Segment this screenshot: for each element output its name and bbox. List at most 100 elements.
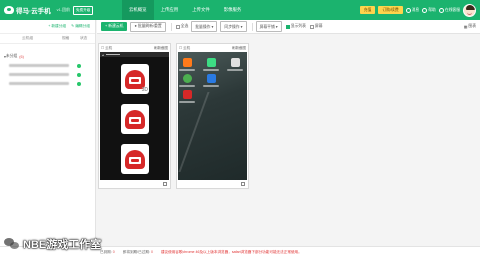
expired-stat: 已到期: 0 <box>100 250 115 255</box>
app-label <box>227 69 243 71</box>
batch-refresh-button[interactable]: ● 批量刷新/重置 <box>130 21 166 32</box>
column-group: 云机组 <box>22 36 34 40</box>
phone-title: ☐ 云机 <box>101 45 113 50</box>
nav-item-upload-app[interactable]: 上传应用 <box>154 0 186 20</box>
edit-group-button[interactable]: ✎ 编辑分组 <box>71 24 90 29</box>
message-link[interactable]: 消息 <box>405 7 420 13</box>
file-app-icon[interactable] <box>231 58 240 67</box>
game-logo-icon <box>125 109 145 129</box>
game-icon[interactable] <box>121 104 149 134</box>
batch-ops-dropdown[interactable]: 批量操作 ▾ <box>191 21 218 32</box>
status-bar <box>178 52 247 57</box>
nav-item-overview[interactable]: 云机概览 <box>122 0 154 20</box>
device-name <box>9 82 69 85</box>
phone-screen[interactable]: ◂ 3D <box>100 52 169 180</box>
expired-label: 已到期: <box>100 249 112 254</box>
top-right-area: 充值 订购/续费 消息 帮助 在线客服 <box>359 0 476 20</box>
phone-card[interactable]: ☐ 云机 刷新截图 ◂ 3D <box>98 43 171 189</box>
app-label <box>203 69 219 71</box>
3d-badge: 3D <box>141 87 148 93</box>
back-icon: ◂ <box>102 52 104 57</box>
display-list-label: 显示列表 <box>290 24 306 28</box>
column-status: 状态 <box>80 36 88 40</box>
sidebar: + 新建分组 ✎ 编辑分组 云机组 规格 状态 ▾ 未分组 (6) <box>0 20 96 246</box>
view-toggle[interactable]: ▦ 图表 <box>464 24 476 29</box>
android-app-icon[interactable] <box>207 58 216 67</box>
view-toggle-label: 图表 <box>468 24 476 28</box>
refresh-screenshot-link[interactable]: 刷新截图 <box>154 46 168 51</box>
recharge-button[interactable]: 充值 <box>359 6 376 14</box>
upgrade-button[interactable]: 免费升级 <box>73 5 94 15</box>
phone-title: ☐ 云机 <box>179 45 191 50</box>
status-bar: ◂ <box>100 52 169 57</box>
tool-app-icon[interactable] <box>207 74 216 83</box>
message-label: 消息 <box>411 7 420 12</box>
device-name <box>9 73 69 76</box>
help-link[interactable]: 帮助 <box>422 7 436 13</box>
device-row[interactable] <box>9 63 95 68</box>
support-link[interactable]: 在线客服 <box>438 7 460 13</box>
sync-ops-dropdown[interactable]: 同步操作 ▾ <box>220 21 247 32</box>
version-label: v1.团前 <box>56 7 71 12</box>
help-label: 帮助 <box>428 7 436 12</box>
top-bar: 得马·云手机 v1.团前 免费升级 云机概览 上传应用 上传文件 影像服务 充值… <box>0 0 480 20</box>
fullscreen-icon[interactable] <box>241 181 245 186</box>
device-row[interactable] <box>9 81 95 86</box>
app-title-placeholder <box>105 53 120 56</box>
column-spec: 规格 <box>62 36 70 40</box>
phone-footer <box>100 180 169 187</box>
fullscreen-icon[interactable] <box>163 181 167 186</box>
sidebar-actions: + 新建分组 ✎ 编辑分组 <box>0 20 95 34</box>
select-all-label: 全选 <box>180 24 189 28</box>
screen-mode-dropdown[interactable]: 屏幕平铺 ▾ <box>255 21 282 32</box>
status-online-icon <box>77 63 81 68</box>
group-ungrouped[interactable]: ▾ 未分组 (6) <box>4 54 95 59</box>
group-count: (6) <box>19 54 24 59</box>
phone-header: ☐ 云机 刷新截图 <box>99 44 170 52</box>
refresh-screenshot-link[interactable]: 刷新截图 <box>232 46 246 51</box>
avatar[interactable] <box>463 3 476 17</box>
select-all-checkbox[interactable]: 全选 <box>175 24 189 29</box>
game-app-icon[interactable] <box>183 90 192 99</box>
nav-item-upload-file[interactable]: 上传文件 <box>185 0 217 20</box>
divider <box>170 22 172 31</box>
phone-card[interactable]: ☐ 云机 刷新截图 <box>176 43 249 189</box>
display-list-checkbox[interactable]: 显示列表 <box>285 24 306 29</box>
nav-item-image-service[interactable]: 影像服务 <box>217 0 249 20</box>
status-online-icon <box>77 72 81 77</box>
screen-label: 屏幕 <box>314 24 323 28</box>
checkbox-icon <box>175 24 180 29</box>
help-icon <box>422 7 428 13</box>
support-icon <box>438 7 444 13</box>
game-icon[interactable]: 3D <box>121 64 149 94</box>
checkbox-checked-icon <box>285 24 290 29</box>
settings-app-icon[interactable] <box>183 58 192 67</box>
soon-label: 即将到期/已过期: <box>122 249 150 254</box>
app-label <box>179 69 195 71</box>
soon-count: 0 <box>150 249 153 254</box>
group-label: 未分组 <box>5 54 18 58</box>
add-group-button[interactable]: + 新建分组 <box>48 24 66 29</box>
order-button[interactable]: 订购/续费 <box>378 6 403 14</box>
app-label <box>203 85 219 87</box>
logo-text: 得马·云手机 <box>16 8 51 15</box>
main-nav: 云机概览 上传应用 上传文件 影像服务 <box>122 0 248 20</box>
phone-screen[interactable] <box>178 52 247 180</box>
browser-app-icon[interactable] <box>183 74 192 83</box>
device-name <box>9 64 69 67</box>
app-label <box>179 101 195 103</box>
phone-footer <box>178 180 247 187</box>
toolbar: + 新建云机 ● 批量刷新/重置 全选 批量操作 ▾ 同步操作 ▾ 屏幕平铺 ▾… <box>97 20 480 34</box>
app-label <box>179 85 195 87</box>
logo-icon <box>4 6 14 14</box>
game-logo-icon <box>125 69 145 89</box>
device-row[interactable] <box>9 72 95 77</box>
screen-checkbox[interactable]: 屏幕 <box>309 24 323 29</box>
support-label: 在线客服 <box>444 7 460 12</box>
browser-warning: 建议使用谷歌chrome 46及以上版本浏览器，safari浏览器下部分功能可能… <box>160 249 302 254</box>
game-icon[interactable] <box>121 144 149 174</box>
grid-icon: ▦ <box>463 25 468 29</box>
add-phone-button[interactable]: + 新建云机 <box>101 22 128 31</box>
divider <box>251 22 253 31</box>
phone-header: ☐ 云机 刷新截图 <box>177 44 248 52</box>
